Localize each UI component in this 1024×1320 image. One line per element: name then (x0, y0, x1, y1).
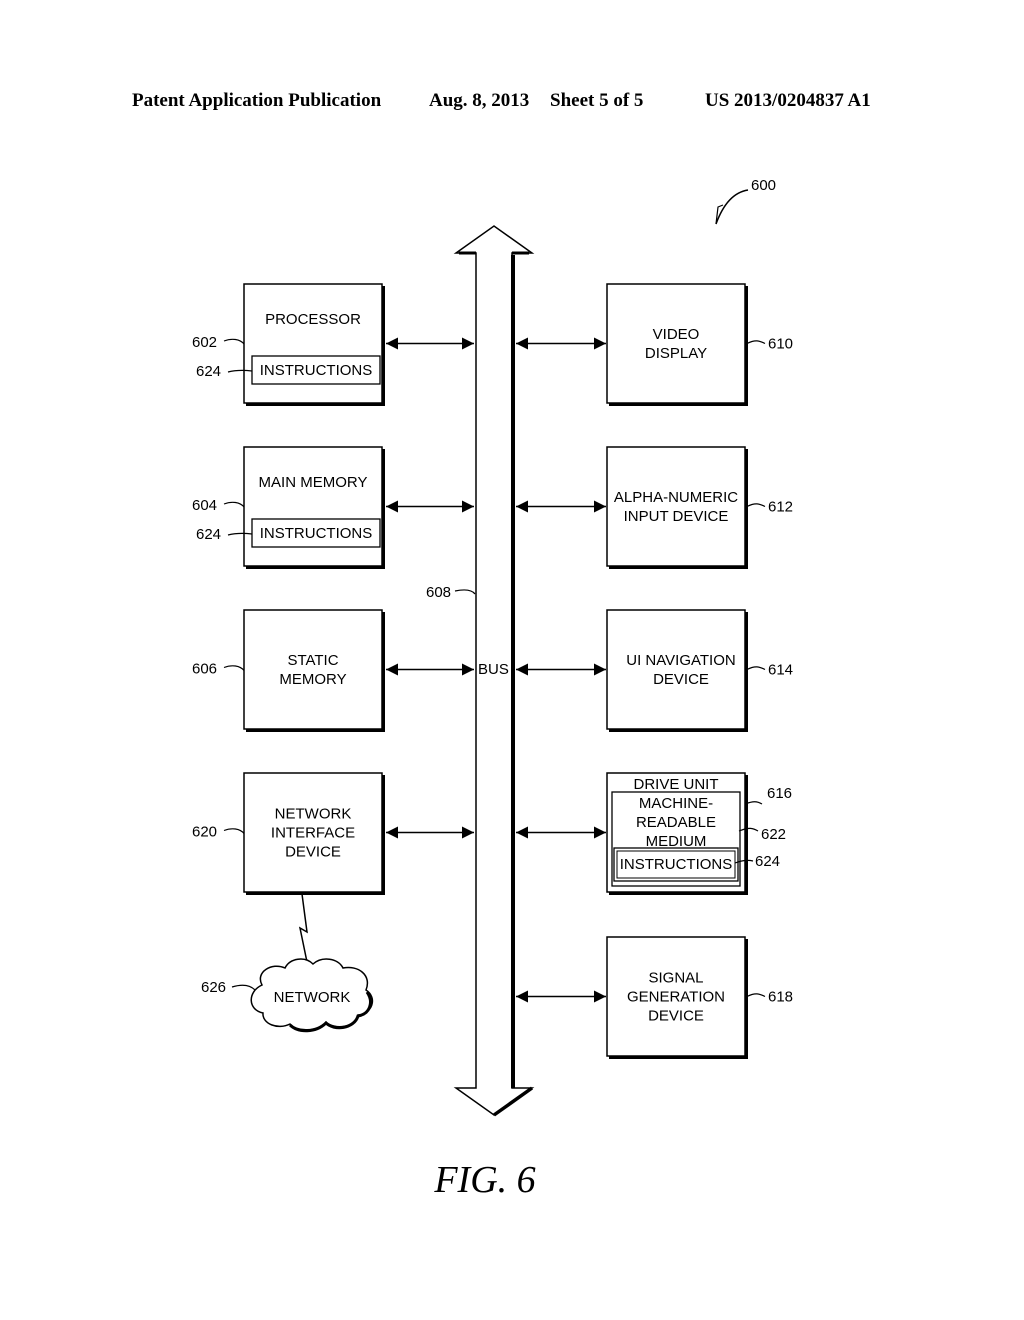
static-memory-label: MEMORY (279, 671, 346, 688)
processor-block: PROCESSOR INSTRUCTIONS 624 602 (192, 283, 385, 406)
instructions-ref: 624 (196, 363, 221, 380)
video-display-block: VIDEO DISPLAY 610 (606, 283, 793, 406)
medium-ref: 622 (761, 826, 786, 843)
signal-generation-device-ref: 618 (768, 989, 793, 1006)
video-display-ref: 610 (768, 336, 793, 353)
block-diagram: 600 BUS 608 PROCESSOR INSTRUCTIONS 624 602 M… (192, 177, 793, 1117)
system-ref-label: 600 (751, 177, 776, 194)
network-label: NETWORK (274, 989, 351, 1006)
bus-ref: 608 (426, 584, 451, 601)
network-interface-device-block: NETWORK INTERFACE DEVICE 620 (192, 772, 385, 895)
instructions-label: INSTRUCTIONS (260, 362, 373, 379)
system-reference: 600 (715, 177, 776, 225)
instructions-ref: 624 (196, 526, 221, 543)
ui-navigation-device-ref: 614 (768, 662, 793, 679)
alpha-numeric-input-device-ref: 612 (768, 499, 793, 516)
static-memory-block: STATIC MEMORY 606 (192, 609, 385, 732)
ui-navigation-device-label: UI NAVIGATION (626, 652, 735, 669)
network-cloud: NETWORK 626 (201, 958, 374, 1033)
alpha-numeric-input-device-label: INPUT DEVICE (624, 508, 729, 525)
instructions-label: INSTRUCTIONS (620, 856, 733, 873)
alpha-numeric-input-device-block: ALPHA-NUMERIC INPUT DEVICE 612 (606, 446, 793, 569)
main-memory-block: MAIN MEMORY INSTRUCTIONS 624 604 (192, 446, 385, 569)
processor-label: PROCESSOR (265, 311, 361, 328)
drive-unit-label: DRIVE UNIT (633, 776, 718, 793)
bus-arrow: BUS 608 (426, 225, 535, 1117)
bus-label: BUS (478, 661, 509, 678)
medium-label: MACHINE- (639, 795, 713, 812)
static-memory-ref: 606 (192, 661, 217, 678)
ui-navigation-device-label: DEVICE (653, 671, 709, 688)
network-ref: 626 (201, 979, 226, 996)
video-display-label: DISPLAY (645, 345, 707, 362)
video-display-label: VIDEO (653, 326, 700, 343)
figure-caption: FIG. 6 (434, 1159, 536, 1201)
network-interface-device-label: DEVICE (285, 844, 341, 861)
drive-unit-block: DRIVE UNITMACHINE-READABLEMEDIUMINSTRUCT… (606, 772, 792, 895)
drive-unit-ref: 616 (767, 785, 792, 802)
signal-generation-device-label: SIGNAL (648, 970, 703, 987)
instructions-label: INSTRUCTIONS (260, 525, 373, 542)
network-interface-device-label: INTERFACE (271, 825, 355, 842)
instructions-ref: 624 (755, 853, 780, 870)
ui-navigation-device-block: UI NAVIGATION DEVICE 614 (606, 609, 793, 732)
medium-label: READABLE (636, 814, 716, 831)
main-memory-ref: 604 (192, 497, 217, 514)
signal-generation-device-block: SIGNAL GENERATION DEVICE 618 (606, 936, 793, 1059)
network-interface-device-ref: 620 (192, 824, 217, 841)
signal-generation-device-label: DEVICE (648, 1008, 704, 1025)
static-memory-label: STATIC (287, 652, 338, 669)
processor-ref: 602 (192, 334, 217, 351)
signal-generation-device-label: GENERATION (627, 989, 725, 1006)
alpha-numeric-input-device-label: ALPHA-NUMERIC (614, 489, 738, 506)
network-link (298, 893, 308, 963)
network-interface-device-label: NETWORK (275, 806, 352, 823)
main-memory-label: MAIN MEMORY (259, 474, 368, 491)
